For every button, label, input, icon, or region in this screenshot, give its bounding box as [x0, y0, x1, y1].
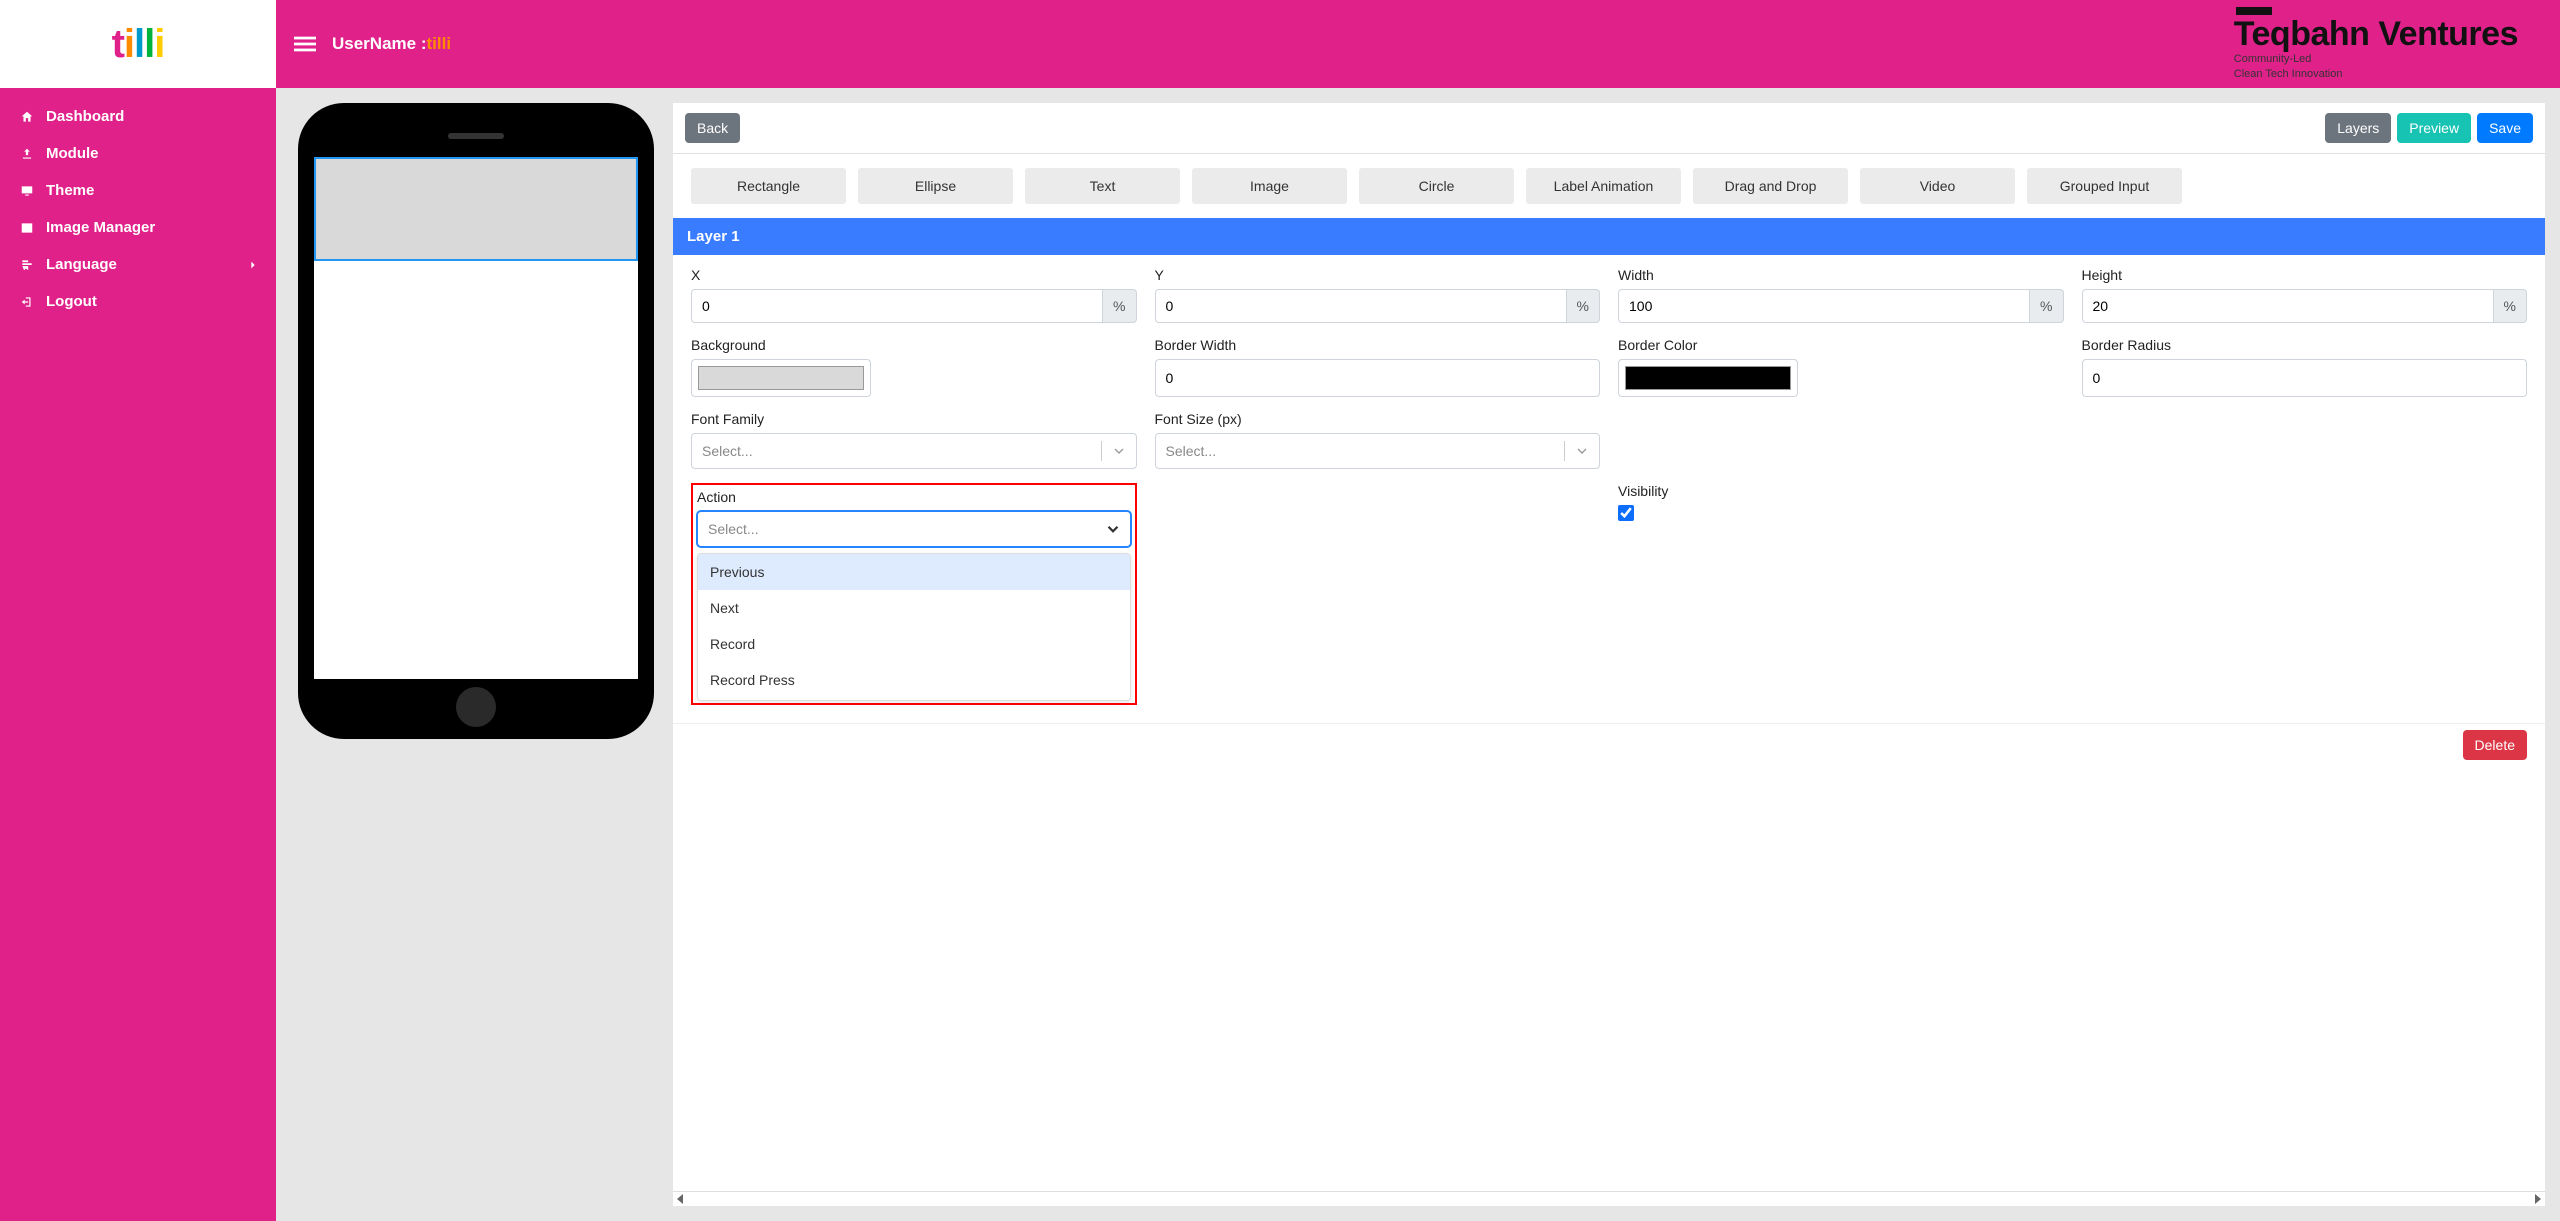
save-button[interactable]: Save	[2477, 113, 2533, 143]
tool-image[interactable]: Image	[1192, 168, 1347, 204]
tool-video[interactable]: Video	[1860, 168, 2015, 204]
brand: Teqbahn Ventures Community-Led Clean Tec…	[2234, 7, 2542, 81]
desktop-icon	[18, 184, 36, 198]
action-option-correct-answer[interactable]: Correct Answer	[698, 698, 1130, 701]
background-label: Background	[691, 337, 1137, 353]
width-input[interactable]	[1618, 289, 2030, 323]
tool-text[interactable]: Text	[1025, 168, 1180, 204]
y-unit: %	[1567, 289, 1600, 323]
tool-circle[interactable]: Circle	[1359, 168, 1514, 204]
sidebar-item-language[interactable]: Language	[0, 246, 276, 283]
phone-screen[interactable]	[314, 157, 638, 679]
sidebar-item-module[interactable]: Module	[0, 135, 276, 172]
y-input[interactable]	[1155, 289, 1567, 323]
upload-icon	[18, 147, 36, 161]
select-placeholder: Select...	[698, 521, 1096, 537]
font-size-select[interactable]: Select...	[1155, 433, 1601, 469]
font-size-label: Font Size (px)	[1155, 411, 1601, 427]
tool-ellipse[interactable]: Ellipse	[858, 168, 1013, 204]
action-select[interactable]: Select...	[697, 511, 1131, 547]
phone-preview	[298, 103, 654, 739]
preview-button[interactable]: Preview	[2397, 113, 2471, 143]
brand-tagline: Community-Led	[2234, 53, 2518, 66]
border-radius-label: Border Radius	[2082, 337, 2528, 353]
x-unit: %	[1103, 289, 1136, 323]
height-unit: %	[2494, 289, 2527, 323]
font-family-select[interactable]: Select...	[691, 433, 1137, 469]
chevron-down-icon	[1565, 443, 1599, 459]
language-icon	[18, 258, 36, 272]
layers-button[interactable]: Layers	[2325, 113, 2391, 143]
sidebar: tilli Dashboard Module Theme	[0, 0, 276, 1221]
sidebar-item-label: Module	[46, 145, 99, 162]
background-color-picker[interactable]	[691, 359, 871, 397]
y-label: Y	[1155, 267, 1601, 283]
font-family-label: Font Family	[691, 411, 1137, 427]
action-dropdown: Previous Next Record Record Press Correc…	[697, 553, 1131, 701]
delete-button[interactable]: Delete	[2463, 730, 2527, 760]
border-width-input[interactable]	[1155, 359, 1601, 397]
logout-icon	[18, 295, 36, 309]
action-option-previous[interactable]: Previous	[698, 554, 1130, 590]
horizontal-scrollbar[interactable]	[673, 1191, 2545, 1206]
tool-label-animation[interactable]: Label Animation	[1526, 168, 1681, 204]
menu-icon[interactable]	[294, 33, 316, 55]
border-color-swatch	[1625, 366, 1791, 390]
logo-letter: i	[154, 22, 164, 66]
editor-panel: Back Layers Preview Save Rectangle Ellip…	[673, 103, 2545, 1206]
border-radius-input[interactable]	[2082, 359, 2528, 397]
phone-speaker	[448, 133, 504, 139]
chevron-right-icon	[248, 258, 258, 272]
chevron-down-icon	[1102, 443, 1136, 459]
sidebar-item-dashboard[interactable]: Dashboard	[0, 98, 276, 135]
x-label: X	[691, 267, 1137, 283]
visibility-checkbox[interactable]	[1618, 505, 1634, 521]
sidebar-item-theme[interactable]: Theme	[0, 172, 276, 209]
tool-rectangle[interactable]: Rectangle	[691, 168, 846, 204]
border-color-label: Border Color	[1618, 337, 2064, 353]
logo-letter: l	[134, 22, 144, 66]
logo-letter: l	[144, 22, 154, 66]
height-input[interactable]	[2082, 289, 2494, 323]
username-label: UserName :	[332, 34, 427, 54]
sidebar-item-label: Language	[46, 256, 117, 273]
sidebar-item-image-manager[interactable]: Image Manager	[0, 209, 276, 246]
username-value: tilli	[427, 34, 452, 54]
x-input[interactable]	[691, 289, 1103, 323]
sidebar-item-logout[interactable]: Logout	[0, 283, 276, 320]
action-label: Action	[697, 489, 1131, 505]
background-swatch	[698, 366, 864, 390]
action-option-next[interactable]: Next	[698, 590, 1130, 626]
visibility-label: Visibility	[1618, 483, 2064, 499]
topbar: UserName : tilli Teqbahn Ventures Commun…	[276, 0, 2560, 88]
sidebar-item-label: Dashboard	[46, 108, 124, 125]
tool-grouped-input[interactable]: Grouped Input	[2027, 168, 2182, 204]
layer-title[interactable]: Layer 1	[673, 218, 2545, 255]
brand-tagline: Clean Tech Innovation	[2234, 68, 2518, 81]
layer-rectangle[interactable]	[314, 157, 638, 261]
select-placeholder: Select...	[692, 443, 1101, 459]
width-unit: %	[2030, 289, 2063, 323]
height-label: Height	[2082, 267, 2528, 283]
sidebar-item-label: Image Manager	[46, 219, 155, 236]
image-icon	[18, 221, 36, 235]
phone-home-button	[456, 687, 496, 727]
select-placeholder: Select...	[1156, 443, 1565, 459]
back-button[interactable]: Back	[685, 113, 740, 143]
tool-drag-and-drop[interactable]: Drag and Drop	[1693, 168, 1848, 204]
logo: tilli	[0, 0, 276, 88]
width-label: Width	[1618, 267, 2064, 283]
border-width-label: Border Width	[1155, 337, 1601, 353]
logo-letter: i	[124, 22, 134, 66]
action-option-record[interactable]: Record	[698, 626, 1130, 662]
home-icon	[18, 110, 36, 124]
border-color-picker[interactable]	[1618, 359, 1798, 397]
logo-letter: t	[112, 22, 124, 66]
action-highlight: Action Select... Previous Next	[691, 483, 1137, 705]
chevron-down-icon	[1096, 520, 1130, 538]
action-option-record-press[interactable]: Record Press	[698, 662, 1130, 698]
sidebar-item-label: Theme	[46, 182, 94, 199]
sidebar-item-label: Logout	[46, 293, 97, 310]
brand-name: Teqbahn Ventures	[2234, 17, 2518, 51]
